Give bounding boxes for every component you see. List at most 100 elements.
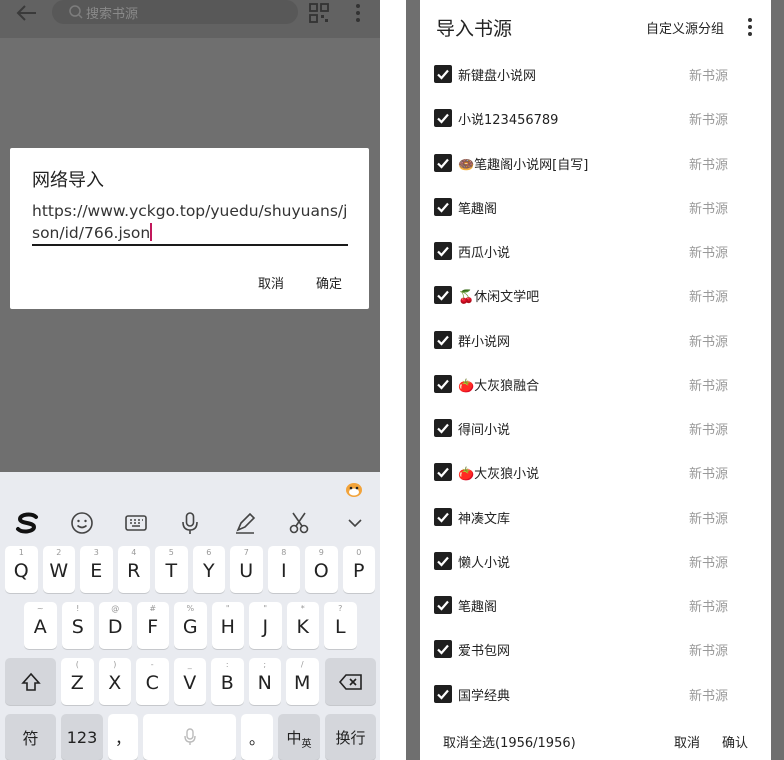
microphone-icon[interactable]	[177, 510, 203, 536]
key-l[interactable]: ? L	[324, 602, 357, 649]
key-d[interactable]: @ D	[99, 602, 132, 649]
keyboard-icon[interactable]	[123, 510, 149, 536]
key-hint: 8	[281, 548, 287, 557]
source-name: 群小说网	[458, 334, 511, 350]
checkbox-checked-icon[interactable]	[434, 507, 452, 526]
key-hint: 2	[56, 548, 62, 557]
key-p[interactable]: 0P	[342, 546, 375, 593]
key-i[interactable]: 8I	[267, 546, 300, 593]
key-label: S	[71, 616, 84, 638]
search-box[interactable]: 搜索书源	[52, 0, 298, 24]
key-t[interactable]: 5T	[155, 546, 188, 593]
key-s[interactable]: ! S	[61, 602, 94, 649]
more-vert-icon[interactable]	[746, 16, 754, 38]
key-e[interactable]: 3E	[80, 546, 113, 593]
chevron-down-icon[interactable]	[342, 510, 368, 536]
confirm-button[interactable]: 确认	[722, 732, 748, 751]
language-switch-key[interactable]: 中英	[278, 714, 320, 760]
source-name: 国学经典	[458, 688, 511, 704]
key-n[interactable]: ; N	[248, 658, 281, 705]
custom-group-button[interactable]: 自定义源分组	[646, 18, 724, 37]
source-row[interactable]: 懒人小说 新书源	[420, 539, 771, 583]
checkbox-checked-icon[interactable]	[434, 65, 452, 83]
back-arrow-icon[interactable]	[14, 2, 40, 24]
key-o[interactable]: 9O	[305, 546, 338, 593]
checkbox-checked-icon[interactable]	[434, 463, 452, 482]
key-hint: ;	[263, 660, 267, 669]
key-z[interactable]: (Z	[61, 658, 94, 705]
key-b[interactable]: :B	[211, 658, 244, 705]
source-row[interactable]: 爱书包网 新书源	[420, 627, 771, 671]
key-y[interactable]: 6Y	[192, 546, 225, 593]
key-a[interactable]: ~ A	[24, 602, 57, 649]
dialog-title: 网络导入	[32, 170, 104, 191]
new-source-tag: 新书源	[689, 201, 729, 217]
key-m[interactable]: / M	[286, 658, 319, 705]
key-f[interactable]: # F	[136, 602, 169, 649]
checkbox-checked-icon[interactable]	[434, 153, 452, 172]
more-vert-icon[interactable]	[352, 2, 364, 24]
key-q[interactable]: 1Q	[5, 546, 38, 593]
key-h[interactable]: " H	[211, 602, 244, 649]
deselect-all-button[interactable]: 取消全选(1956/1956)	[443, 732, 576, 751]
source-row[interactable]: 国学经典 新书源	[420, 672, 771, 716]
space-key[interactable]	[143, 714, 236, 760]
handwriting-pen-icon[interactable]	[232, 510, 258, 536]
dialog-cancel-button[interactable]: 取消	[258, 273, 284, 292]
key-label: W	[49, 560, 69, 582]
source-row[interactable]: 🍩笔趣阁小说网[自写] 新书源	[420, 141, 771, 185]
comma-key[interactable]: ，	[108, 714, 138, 760]
key-v[interactable]: _ V	[173, 658, 206, 705]
source-row[interactable]: 新键盘小说网 新书源	[420, 52, 771, 96]
scissors-icon[interactable]	[286, 510, 312, 536]
checkbox-checked-icon[interactable]	[434, 242, 452, 260]
checkbox-checked-icon[interactable]	[434, 286, 452, 305]
cancel-button[interactable]: 取消	[674, 732, 700, 751]
key-r[interactable]: 4R	[117, 546, 150, 593]
source-row[interactable]: 神凑文库 新书源	[420, 495, 771, 539]
checkbox-checked-icon[interactable]	[434, 109, 452, 128]
symbols-key[interactable]: 符	[5, 714, 56, 760]
key-c[interactable]: -C	[136, 658, 169, 705]
source-row[interactable]: 得间小说 新书源	[420, 406, 771, 450]
checkbox-checked-icon[interactable]	[434, 374, 452, 393]
key-g[interactable]: % G	[174, 602, 207, 649]
shift-key[interactable]	[5, 658, 56, 705]
source-row[interactable]: 笔趣阁 新书源	[420, 583, 771, 627]
period-key[interactable]: 。	[241, 714, 273, 760]
checkbox-checked-icon[interactable]	[434, 197, 452, 216]
emoji-icon[interactable]	[69, 510, 95, 536]
key-w[interactable]: 2W	[42, 546, 75, 593]
numbers-key[interactable]: 123	[61, 714, 103, 760]
key-hint: 0	[356, 548, 362, 557]
sogou-logo-icon[interactable]	[14, 510, 40, 536]
dialog-ok-button[interactable]: 确定	[316, 273, 342, 292]
checkbox-checked-icon[interactable]	[434, 551, 452, 570]
source-row[interactable]: 🍒休闲文学吧 新书源	[420, 273, 771, 317]
source-row[interactable]: 小说123456789 新书源	[420, 96, 771, 140]
backspace-key[interactable]	[325, 658, 376, 705]
key-u[interactable]: 7U	[230, 546, 263, 593]
qr-scan-icon[interactable]	[308, 2, 330, 24]
source-row[interactable]: 🍅大灰狼小说 新书源	[420, 450, 771, 494]
source-row[interactable]: 群小说网 新书源	[420, 318, 771, 362]
source-name: 得间小说	[458, 423, 511, 438]
enter-key[interactable]: 换行	[325, 714, 376, 760]
checkbox-checked-icon[interactable]	[434, 596, 452, 614]
source-row[interactable]: 笔趣阁 新书源	[420, 185, 771, 229]
new-source-tag: 新书源	[689, 688, 729, 704]
checkbox-checked-icon[interactable]	[434, 419, 452, 437]
source-row[interactable]: 🍅大灰狼融合 新书源	[420, 362, 771, 406]
checkbox-checked-icon[interactable]	[434, 330, 452, 349]
key-x[interactable]: ) X	[98, 658, 131, 705]
url-input[interactable]: https://www.yckgo.top/yuedu/shuyuans/jso…	[32, 200, 348, 244]
key-hint: )	[113, 660, 117, 669]
checkbox-checked-icon[interactable]	[434, 684, 452, 703]
soft-keyboard: 1Q2W3E4R5T6Y7U8I9O0P ~ A! S @ D # F% G " H " J * K? L …	[0, 472, 380, 760]
checkbox-checked-icon[interactable]	[434, 640, 452, 659]
key-k[interactable]: * K	[286, 602, 319, 649]
keyboard-mascot-icon[interactable]	[344, 480, 364, 498]
key-j[interactable]: " J	[249, 602, 282, 649]
source-row[interactable]: 西瓜小说 新书源	[420, 229, 771, 273]
new-source-tag: 新书源	[689, 290, 729, 306]
